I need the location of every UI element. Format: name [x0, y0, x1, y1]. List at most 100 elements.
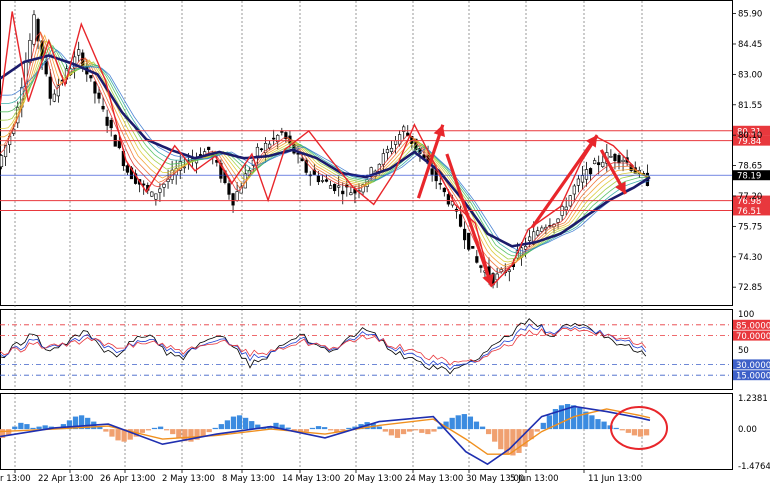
macd-bar [176, 429, 182, 438]
macd-bar [419, 429, 425, 433]
candle-body [280, 131, 284, 133]
candle-body [556, 218, 560, 223]
macd-bar [242, 417, 249, 430]
chart-root: 80.31 79.84 76.98 76.51 78.19 85.90 84.45 83.0… [0, 0, 770, 485]
candle-body [93, 81, 97, 94]
macd-bar [643, 429, 650, 436]
candle-body [77, 49, 81, 56]
osc-level-label: 30.0000 [736, 361, 770, 371]
macd-bar [24, 424, 30, 430]
candle-body [588, 168, 593, 175]
candle-body [52, 93, 56, 102]
candle-body [621, 159, 625, 163]
candle-body [324, 179, 329, 182]
macd-bar [376, 426, 382, 430]
price-tick-label: 74.30 [738, 253, 762, 263]
candle-body [576, 178, 580, 186]
macd-bar [303, 429, 310, 432]
price-tick-label: 75.75 [738, 222, 762, 232]
current-price-label: 78.19 [737, 172, 761, 182]
candle-body [320, 180, 325, 182]
macd-bar [461, 414, 467, 430]
candle-body [333, 183, 337, 192]
macd-bar [534, 429, 540, 432]
macd-bar [637, 429, 644, 437]
candle-body [540, 227, 544, 232]
macd-bar [613, 427, 619, 430]
candle-body [259, 148, 264, 151]
price-tick-label: 78.65 [738, 162, 762, 172]
candle-body [398, 134, 402, 145]
macd-bar [200, 429, 206, 437]
macd-bar [212, 427, 218, 430]
macd-bar [145, 429, 152, 431]
macd-bar [164, 429, 170, 431]
candle-body [32, 14, 36, 45]
price-tick-label: 77.20 [738, 192, 762, 202]
time-tick-label: 2 May 13:00 [162, 474, 215, 484]
macd-bar [346, 427, 352, 430]
candle-body [150, 191, 154, 197]
candle-body [101, 105, 105, 110]
macd-bar [388, 429, 395, 436]
macd-bar [382, 429, 388, 432]
macd-bar [407, 429, 413, 432]
candle-body [467, 232, 471, 250]
candle-body [125, 165, 130, 173]
macd-bar [315, 426, 322, 430]
time-tick-label: 22 Apr 13:00 [38, 474, 93, 484]
candle-body [442, 187, 446, 193]
candle-body [255, 146, 260, 157]
candle-body [393, 140, 398, 145]
price-tick-label: 85.90 [738, 10, 762, 20]
chart-canvas: 80.3179.8476.9876.5178.19 85.9084.4583.0… [0, 0, 770, 485]
time-tick-label: 26 Apr 13:00 [100, 474, 155, 484]
candle-body [117, 140, 121, 149]
candle-body [235, 191, 239, 201]
macd-bar [595, 419, 601, 430]
candle-body [479, 265, 483, 268]
candle-body [97, 92, 101, 99]
time-tick-label: r 13:00 [0, 474, 31, 484]
candle-body [272, 137, 276, 140]
candle-body [475, 256, 479, 263]
macd-bar [139, 429, 145, 433]
macd-tick-label: 1.2381 [738, 394, 768, 404]
candle-body [44, 61, 48, 75]
macd-bar [103, 429, 109, 432]
price-tick-label: 84.45 [738, 40, 762, 50]
candle-body [109, 119, 113, 129]
macd-bar [479, 426, 486, 430]
macd-bar [492, 429, 498, 442]
macd-bar [540, 422, 546, 430]
candle-body [584, 169, 589, 180]
time-tick-label: 20 May 13:00 [344, 474, 402, 484]
macd-bar [589, 415, 595, 430]
macd-bar [224, 420, 231, 430]
macd-bar [425, 429, 431, 435]
price-tick-label: 72.85 [738, 283, 762, 293]
candle-body [341, 190, 345, 195]
macd-bar [249, 421, 255, 430]
macd-bar [413, 429, 419, 431]
candle-body [207, 146, 211, 151]
macd-tick-label: -1.4764 [738, 462, 770, 472]
candle-body [471, 246, 475, 249]
macd-bar [601, 421, 607, 430]
macd-tick-label: 0.00 [738, 425, 757, 435]
candle-body [430, 168, 434, 175]
macd-bar [230, 416, 237, 430]
macd-bar [30, 427, 36, 430]
candle-body [231, 193, 235, 206]
candle-body [89, 75, 93, 79]
osc-level-label: 70.0000 [736, 332, 770, 342]
macd-bar [485, 429, 492, 435]
macd-bar [340, 429, 346, 431]
macd-bar [157, 426, 164, 430]
candle-body [48, 76, 52, 99]
macd-bar [328, 429, 334, 431]
time-tick-label: 11 Jun 13:00 [588, 474, 642, 484]
time-tick-label: 8 May 13:00 [222, 474, 275, 484]
candle-body [328, 185, 333, 189]
candle-body [316, 175, 320, 183]
